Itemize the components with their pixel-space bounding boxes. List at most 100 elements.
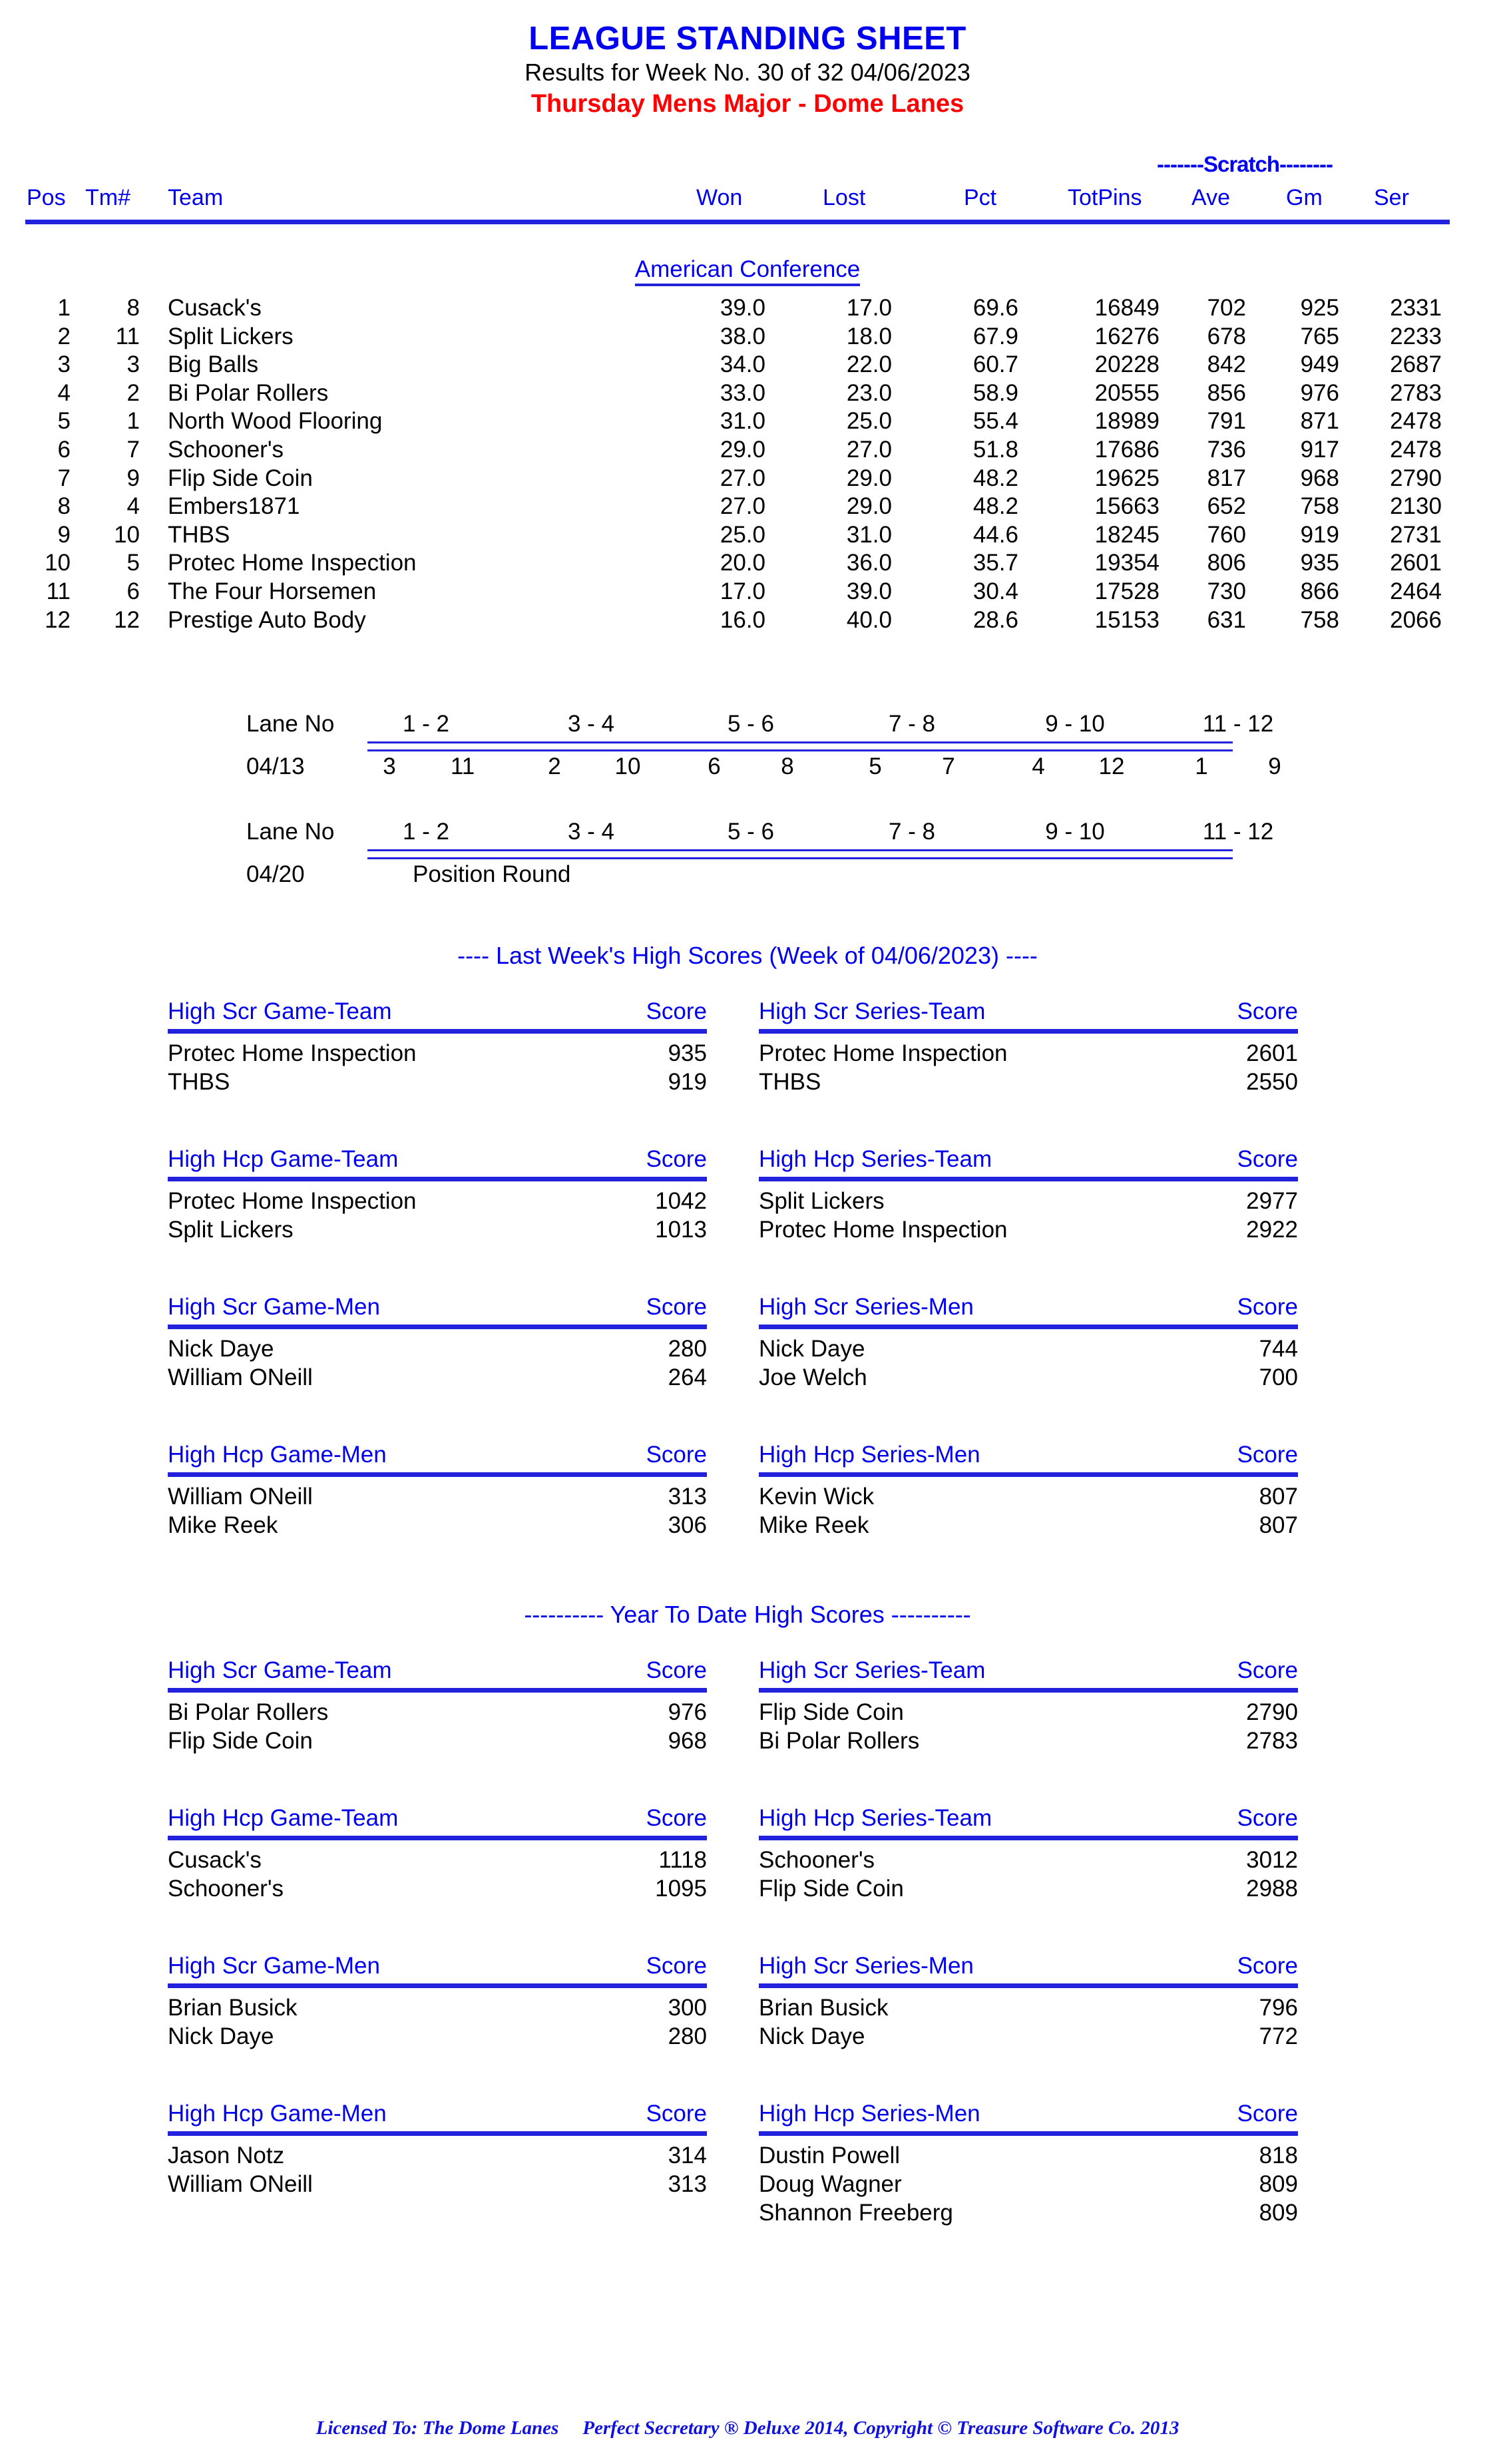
high-score-name: Bi Polar Rollers	[168, 1699, 329, 1725]
standings-cell-lost: 22.0	[846, 351, 892, 378]
high-score-panel-score-label: Score	[646, 1805, 707, 1831]
standings-cell-ave: 652	[1207, 493, 1246, 520]
high-score-row: Dustin Powell 818	[759, 2143, 1298, 2171]
high-score-row: Jason Notz 314	[168, 2143, 707, 2171]
high-score-row: THBS 2550	[759, 1069, 1298, 1098]
lane-matchup-team: 3	[383, 753, 396, 779]
high-score-row: Bi Polar Rollers 2783	[759, 1728, 1298, 1756]
lane-schedule-date: 04/20	[246, 861, 305, 887]
high-score-panel-rule	[168, 1983, 707, 1988]
high-score-row: Brian Busick 796	[759, 1995, 1298, 2023]
standings-cell-totpins: 19625	[1094, 465, 1160, 491]
standings-cell-lost: 27.0	[846, 437, 892, 463]
high-score-name: Split Lickers	[759, 1188, 885, 1214]
standings-cell-pos: 7	[57, 465, 71, 491]
conference-label: American Conference	[0, 256, 1495, 286]
standings-row: 11 6 The Four Horsemen 17.0 39.0 30.4 17528 730…	[0, 578, 1495, 610]
column-header-pct: Pct	[964, 185, 997, 210]
high-score-row: William ONeill 313	[168, 2171, 707, 2200]
lane-matchup-team: 10	[614, 753, 641, 779]
high-score-panel-rule	[168, 2131, 707, 2136]
high-score-row: Doug Wagner 809	[759, 2171, 1298, 2200]
standings-cell-won: 27.0	[720, 493, 765, 520]
high-score-name: Protec Home Inspection	[759, 1217, 1008, 1243]
standings-cell-ser: 2130	[1390, 493, 1442, 520]
standings-cell-ser: 2478	[1390, 437, 1442, 463]
high-score-panel-rule	[759, 1472, 1298, 1477]
high-score-row: Joe Welch 700	[759, 1364, 1298, 1393]
high-score-value: 264	[668, 1364, 707, 1390]
column-header-lost: Lost	[823, 185, 866, 210]
standings-cell-pct: 58.9	[972, 379, 1018, 406]
high-score-panel-title: High Scr Game-Team	[168, 1657, 392, 1683]
high-score-value: 2550	[1246, 1069, 1298, 1095]
high-score-value: 313	[668, 1484, 707, 1510]
standings-cell-ser: 2464	[1390, 578, 1442, 604]
high-score-name: William ONeill	[168, 1364, 313, 1390]
standings-cell-lost: 17.0	[846, 295, 892, 321]
high-score-name: Schooner's	[168, 1876, 284, 1902]
high-score-panel-rule	[759, 1983, 1298, 1988]
high-score-value: 3012	[1246, 1847, 1298, 1873]
high-score-name: Brian Busick	[759, 1995, 889, 2021]
high-score-panel-title: High Scr Series-Team	[759, 998, 986, 1024]
high-score-panel-title: High Hcp Series-Men	[759, 2101, 980, 2127]
standings-cell-gm: 765	[1300, 323, 1339, 349]
column-header-pos: Pos	[27, 185, 66, 210]
conference-label-text: American Conference	[634, 256, 861, 286]
high-score-name: William ONeill	[168, 1484, 313, 1510]
standings-cell-team: Bi Polar Rollers	[168, 379, 329, 406]
high-score-panel-title: High Hcp Series-Team	[759, 1146, 992, 1172]
high-score-panel-score-label: Score	[1237, 1805, 1298, 1831]
standings-row: 8 4 Embers1871 27.0 29.0 48.2 15663 652 758 2130	[0, 493, 1495, 524]
standings-cell-pos: 10	[45, 550, 71, 576]
standings-cell-won: 33.0	[720, 379, 765, 406]
high-score-name: Protec Home Inspection	[168, 1188, 417, 1214]
standings-cell-ser: 2478	[1390, 408, 1442, 435]
high-score-row: Protec Home Inspection 935	[168, 1040, 707, 1069]
lane-matchup-team: 4	[1032, 753, 1045, 779]
standings-cell-pos: 12	[45, 606, 71, 633]
high-score-value: 976	[668, 1699, 707, 1725]
standings-cell-ave: 806	[1207, 550, 1246, 576]
high-score-panel-title: High Scr Game-Men	[168, 1294, 380, 1320]
standings-cell-ave: 631	[1207, 606, 1246, 633]
high-score-panel-rule	[759, 1688, 1298, 1693]
standings-row: 10 5 Protec Home Inspection 20.0 36.0 35.7 193…	[0, 550, 1495, 581]
high-score-panel-score-label: Score	[1237, 2101, 1298, 2127]
standings-cell-lost: 31.0	[846, 521, 892, 548]
standings-cell-gm: 935	[1300, 550, 1339, 576]
last-week-section-heading: ---- Last Week's High Scores (Week of 04…	[457, 942, 1038, 969]
lane-pair-header: 5 - 6	[727, 711, 775, 737]
high-score-panel-title: High Hcp Game-Men	[168, 1442, 387, 1468]
high-score-name: Doug Wagner	[759, 2171, 902, 2197]
lane-no-label: Lane No	[246, 819, 335, 845]
high-score-row: Mike Reek 807	[759, 1512, 1298, 1541]
standings-row: 4 2 Bi Polar Rollers 33.0 23.0 58.9 20555 856 97…	[0, 380, 1495, 411]
standings-cell-won: 16.0	[720, 606, 765, 633]
high-score-row: Nick Daye 280	[168, 1336, 707, 1364]
high-score-value: 772	[1259, 2023, 1298, 2049]
standings-cell-pct: 44.6	[972, 521, 1018, 548]
standings-cell-tm: 11	[115, 323, 140, 349]
lane-schedule-note: Position Round	[413, 861, 571, 887]
high-score-name: Flip Side Coin	[759, 1699, 904, 1725]
standings-cell-lost: 36.0	[846, 550, 892, 576]
lane-pair-header: 7 - 8	[888, 711, 936, 737]
standings-cell-team: Big Balls	[168, 351, 259, 378]
standings-cell-pct: 30.4	[972, 578, 1018, 604]
standings-cell-ave: 842	[1207, 351, 1246, 378]
column-header-gm: Gm	[1286, 185, 1323, 210]
high-score-panel-title: High Scr Game-Team	[168, 998, 392, 1024]
standings-cell-pct: 55.4	[972, 408, 1018, 435]
high-score-row: Split Lickers 2977	[759, 1188, 1298, 1217]
lane-matchup-team: 8	[781, 753, 794, 779]
standings-cell-ser: 2601	[1390, 550, 1442, 576]
standings-cell-team: Prestige Auto Body	[168, 606, 366, 633]
high-score-name: William ONeill	[168, 2171, 313, 2197]
footer: Licensed To: The Dome Lanes Perfect Secre…	[0, 2417, 1495, 2439]
lane-matchup-team: 5	[869, 753, 882, 779]
standings-cell-lost: 40.0	[846, 606, 892, 633]
standings-cell-won: 17.0	[720, 578, 765, 604]
high-score-panel-score-label: Score	[646, 1294, 707, 1320]
